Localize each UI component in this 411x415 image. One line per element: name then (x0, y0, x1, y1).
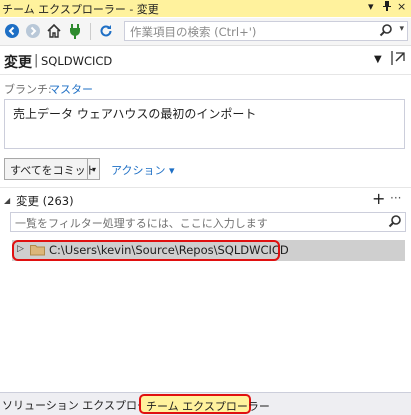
close-icon[interactable]: × (397, 0, 406, 13)
tree-row[interactable]: ▷ C:\Users\kevin\Source\Repos\SQLDWCICD (12, 240, 405, 261)
window-title: チーム エクスプローラー - 変更 (2, 3, 159, 16)
branch-link[interactable]: マスター (49, 81, 93, 97)
search-icon[interactable] (388, 214, 402, 231)
toolbar-divider (90, 23, 91, 40)
repo-name: SQLDWCICD (41, 54, 113, 68)
collapse-caret-icon[interactable]: ◢ (4, 196, 10, 205)
more-options-icon[interactable]: ··· (390, 191, 401, 205)
search-icon[interactable] (379, 23, 393, 40)
commit-message-input[interactable]: 売上データ ウェアハウスの最初のインポート (4, 99, 405, 149)
changes-filter-input[interactable]: 一覧をフィルター処理するには、ここに入力します (10, 212, 406, 232)
changes-section-title[interactable]: 変更 (263) (16, 193, 74, 209)
popout-icon[interactable] (391, 50, 405, 69)
pin-icon[interactable] (382, 0, 392, 15)
work-item-search-input[interactable]: 作業項目の検索 (Ctrl+') ▾ (124, 21, 408, 41)
search-placeholder: 作業項目の検索 (Ctrl+') (130, 25, 257, 39)
home-icon[interactable] (45, 22, 63, 40)
section-divider (0, 187, 411, 188)
commit-all-button[interactable]: すべてをコミット ▾ (4, 158, 100, 180)
toolbar: 作業項目の検索 (Ctrl+') ▾ (0, 18, 411, 46)
bottom-tab-bar: ソリューション エクスプローラー チーム エクスプローラー (0, 392, 411, 415)
header-divider (0, 74, 411, 75)
page-header: 変更 | SQLDWCICD ▼ (0, 46, 411, 74)
back-icon[interactable] (3, 22, 21, 40)
filter-placeholder: 一覧をフィルター処理するには、ここに入力します (15, 217, 268, 230)
header-separator: | (34, 53, 39, 68)
connect-icon[interactable] (66, 22, 84, 40)
forward-icon[interactable] (24, 22, 42, 40)
window-dropdown-icon[interactable]: ▾ (368, 0, 374, 13)
actions-link[interactable]: アクション ▾ (111, 162, 174, 178)
branch-label: ブランチ: (4, 83, 52, 96)
commit-dropdown-icon[interactable]: ▾ (87, 158, 100, 180)
folder-icon (30, 244, 45, 259)
tab-team-explorer-label: チーム エクスプローラー (146, 400, 270, 413)
expand-icon[interactable]: ▷ (17, 244, 24, 254)
commit-message-text: 売上データ ウェアハウスの最初のインポート (13, 107, 257, 121)
search-dropdown-icon[interactable]: ▾ (399, 24, 404, 34)
refresh-icon[interactable] (97, 22, 115, 40)
tab-team-explorer[interactable]: チーム エクスプローラー (139, 394, 270, 414)
page-dropdown-icon[interactable]: ▼ (374, 54, 382, 65)
repo-path: C:\Users\kevin\Source\Repos\SQLDWCICD (49, 243, 289, 257)
commit-all-label: すべてをコミット (10, 164, 97, 177)
plus-icon[interactable]: + (372, 189, 385, 208)
page-title[interactable]: 変更 (4, 52, 32, 72)
window-title-bar: チーム エクスプローラー - 変更 ▾ × (0, 0, 411, 17)
